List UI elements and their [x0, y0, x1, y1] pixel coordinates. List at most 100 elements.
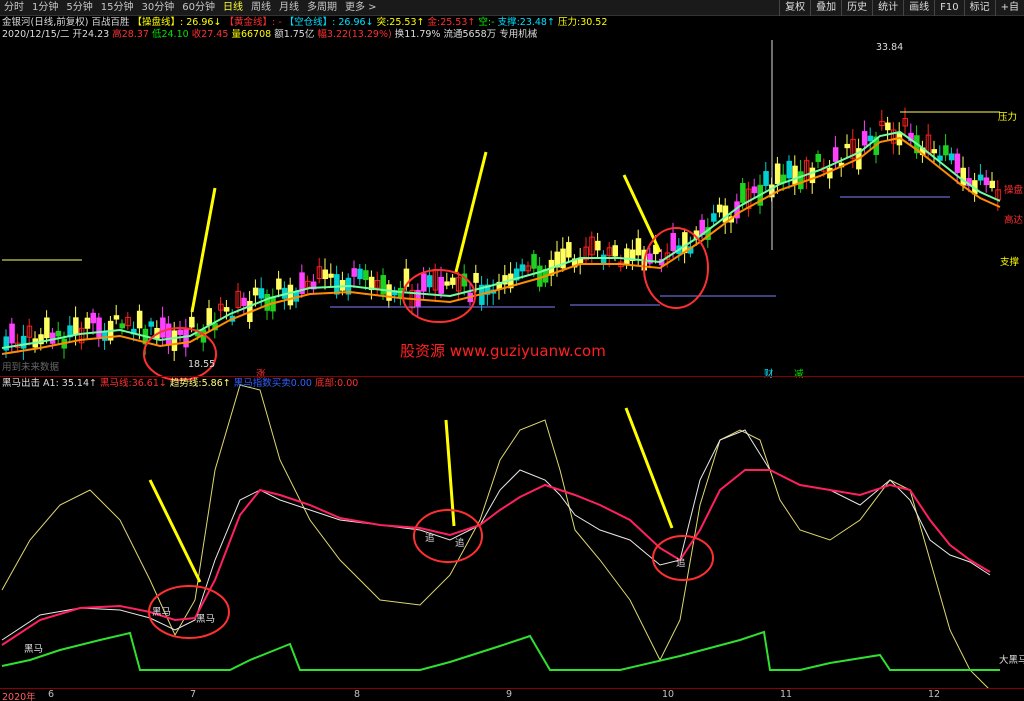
candle-body [861, 131, 868, 146]
axis-label: 6 [48, 689, 55, 700]
candle-body [160, 317, 166, 338]
candle-body [774, 163, 781, 185]
zhui-signal-label: 追 [455, 538, 465, 549]
axis-label: 12 [928, 689, 941, 700]
candle-body [96, 317, 102, 338]
candle-body [357, 268, 363, 280]
future-data-note: 用到未来数据 [2, 362, 60, 373]
annotation-arrow [190, 187, 217, 313]
bottom-label: 底部: [314, 378, 338, 389]
trend-label: 趋势线: [169, 378, 202, 389]
candle-body [537, 265, 543, 287]
op-marker: 操盘 [1004, 185, 1024, 196]
candle-body [885, 122, 891, 131]
candle-body [670, 233, 676, 252]
candle-body [20, 335, 27, 349]
candle-body [832, 147, 839, 162]
heima-info-line: 黑马出击 A1: 35.14↑ 黑马线:36.61↓ 趋势线:5.86↑ 黑马指… [2, 378, 358, 390]
candle-body [450, 277, 456, 285]
heima-name[interactable]: 黑马出击 [2, 378, 40, 389]
candle-body [380, 275, 386, 295]
candle-body [954, 153, 961, 173]
annotation-arrow [148, 479, 202, 583]
attack-marker: 高达 [1004, 215, 1024, 226]
candle-body [473, 272, 479, 283]
candle-body [426, 275, 433, 288]
candle-body [931, 149, 937, 154]
axis-label: 2020年 [2, 692, 36, 701]
candle-body [9, 323, 15, 344]
candle-body [977, 174, 984, 181]
zhui-signal-label: 追 [425, 533, 435, 544]
candle-body [809, 167, 816, 184]
candle-body [189, 316, 195, 328]
candle-body [334, 274, 340, 295]
zhui-signal-label: 追 [676, 558, 686, 569]
index-value: 0.00 [290, 378, 312, 389]
bottom-indicator-green [1, 630, 1000, 671]
candle-body [136, 310, 143, 329]
jian-marker: 减 [794, 369, 804, 380]
candle-body [276, 278, 282, 290]
candle-body [519, 264, 526, 272]
candle-body [183, 329, 189, 348]
axis-label: 11 [780, 689, 793, 700]
annotation-arrow [622, 174, 662, 253]
axis-label: 10 [662, 689, 675, 700]
pressure-marker: 压力 [998, 112, 1018, 123]
trend-line-yellow [1, 384, 991, 691]
candle-body [815, 153, 821, 162]
candle-body [223, 307, 230, 312]
heima-a1: A1: 35.14↑ [43, 378, 97, 389]
candle-body [763, 171, 769, 187]
candle-body [983, 177, 990, 186]
candle-body [624, 248, 630, 264]
candle-body [119, 323, 125, 329]
bottom-value: 0.00 [337, 378, 359, 389]
candle-body [989, 180, 995, 189]
daheima-signal-label: 大黑马 [999, 655, 1024, 666]
candle-body [258, 288, 265, 299]
candle-body [867, 135, 874, 142]
candle-body [948, 153, 955, 161]
candle-body [612, 245, 618, 257]
trend-value: 5.86↑ [201, 378, 231, 389]
heima-signal-label: 黑马 [196, 614, 216, 625]
candle-body [148, 321, 154, 327]
candle-body [421, 273, 427, 292]
candle-body [55, 330, 62, 337]
candle-body [113, 315, 120, 320]
ma-green-line [1, 130, 1001, 349]
candle-body [386, 284, 392, 301]
axis-label: 7 [190, 689, 197, 700]
candle-body [595, 240, 601, 251]
heima-line-label: 黑马线: [100, 378, 132, 389]
candle-body [751, 186, 758, 194]
candle-body [90, 312, 96, 324]
candle-body [740, 183, 746, 203]
candle-body [177, 329, 183, 335]
candle-body [943, 145, 949, 156]
candle-body [363, 270, 369, 281]
watermark: 股资源 www.guziyuanw.com [400, 342, 606, 360]
annotation-arrow [624, 407, 674, 529]
period-low-label: 18.55 [188, 359, 216, 370]
candle-body [716, 204, 723, 213]
candle-body [444, 281, 450, 286]
candle-body [798, 171, 804, 190]
candle-body [264, 294, 270, 311]
axis-label: 9 [506, 689, 513, 700]
candle-body [722, 205, 729, 223]
candle-body [322, 269, 328, 280]
candle-body [287, 284, 294, 306]
candle-body [252, 287, 259, 296]
candle-body [206, 308, 212, 326]
candle-body [566, 242, 572, 258]
candle-body [73, 317, 79, 336]
candle-body [780, 174, 787, 183]
candle-body [328, 273, 334, 278]
candle-body [84, 317, 91, 329]
period-high-label: 33.84 [876, 42, 904, 53]
candle-body [438, 276, 444, 294]
candle-body [786, 160, 792, 179]
